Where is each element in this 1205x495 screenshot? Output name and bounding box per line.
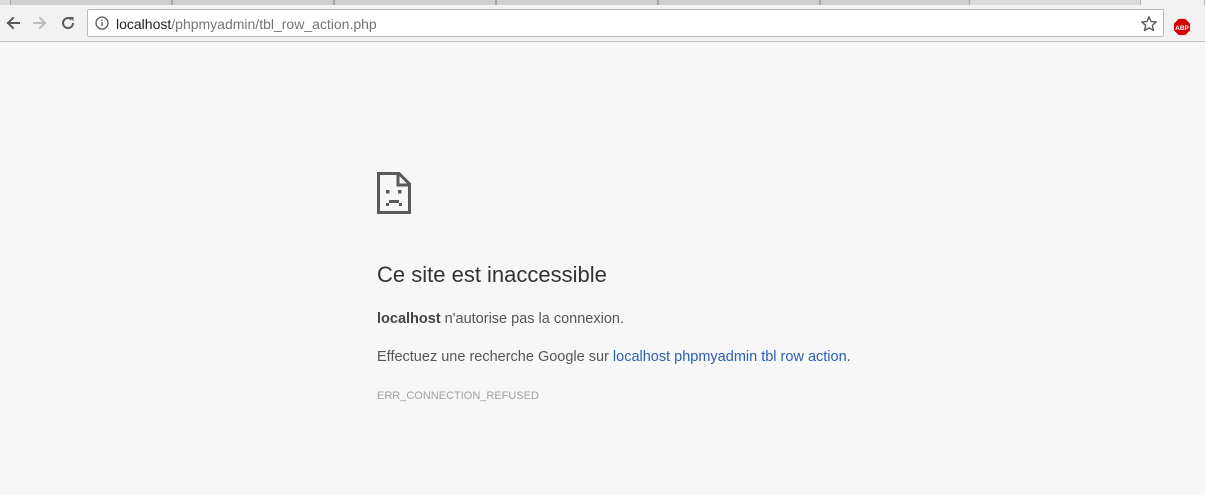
google-search-link[interactable]: localhost phpmyadmin tbl row action [613, 349, 847, 365]
error-title: Ce site est inaccessible [377, 262, 607, 287]
browser-toolbar: localhost/phpmyadmin/tbl_row_action.php … [0, 5, 1205, 42]
forward-button[interactable] [28, 11, 52, 35]
bookmark-star-icon[interactable] [1140, 15, 1158, 33]
adblock-extension-button[interactable]: ABP [1173, 18, 1191, 36]
reload-icon [62, 17, 75, 30]
address-bar[interactable]: localhost/phpmyadmin/tbl_row_action.php [87, 9, 1164, 37]
url-path: /phpmyadmin/tbl_row_action.php [171, 16, 377, 32]
adblock-label: ABP [1175, 25, 1189, 32]
search-suffix: . [846, 349, 851, 365]
sad-document-icon [377, 172, 411, 214]
back-button[interactable] [1, 11, 25, 35]
reload-button[interactable] [56, 11, 80, 35]
adblock-icon: ABP [1173, 18, 1191, 36]
search-prefix: Effectuez une recherche Google sur [377, 349, 613, 365]
url-host: localhost [116, 16, 172, 32]
info-icon[interactable] [95, 16, 109, 30]
forward-arrow-icon [33, 16, 47, 30]
error-message: localhost n'autorise pas la connexion. [377, 311, 624, 327]
error-code: ERR_CONNECTION_REFUSED [377, 390, 539, 402]
search-suggestion: Effectuez une recherche Google sur local… [377, 349, 851, 365]
back-arrow-icon [6, 16, 20, 30]
url-text[interactable]: localhost/phpmyadmin/tbl_row_action.php [116, 16, 377, 32]
error-message-text: n'autorise pas la connexion. [440, 311, 624, 327]
error-host: localhost [377, 311, 441, 327]
